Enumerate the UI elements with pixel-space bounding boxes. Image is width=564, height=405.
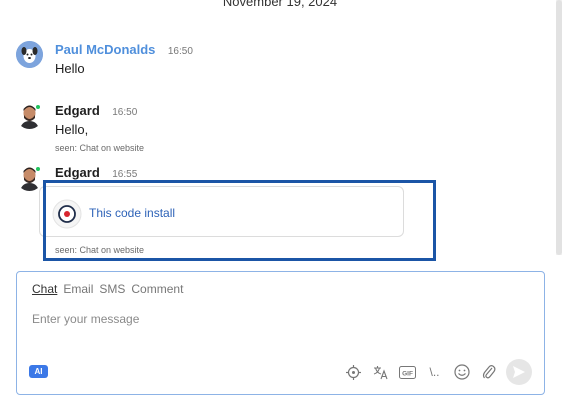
seen-status: seen: Chat on website [55,143,145,153]
tab-sms[interactable]: SMS [99,282,125,296]
message-time: 16:50 [112,107,138,118]
message-text: Hello, [55,122,89,137]
crosshair-icon[interactable] [344,363,363,382]
scrollbar[interactable] [556,0,562,255]
message-time: 16:55 [112,169,138,180]
highlight-box [43,180,436,261]
translate-icon[interactable] [371,363,390,382]
send-button[interactable] [506,359,532,385]
message-composer: Chat Email SMS Comment Enter your messag… [16,271,545,395]
online-status-dot [35,166,41,172]
sender-name: Edgard [55,165,100,180]
message-text: Hello [55,61,85,76]
send-icon [513,366,525,378]
composer-toolbar: GIF \.. [344,359,532,385]
message-time: 16:50 [167,46,193,57]
online-status-dot [35,104,41,110]
date-separator: November 19, 2024 [222,0,338,9]
scrollbar-thumb[interactable] [556,0,562,255]
tab-comment[interactable]: Comment [131,282,183,296]
sender-name: Paul McDonalds [55,42,156,57]
slash-command-icon[interactable]: \.. [425,363,444,382]
gif-icon[interactable]: GIF [398,363,417,382]
bot-avatar [16,41,43,68]
message-input[interactable]: Enter your message [32,312,139,326]
emoji-icon[interactable] [452,363,471,382]
tab-chat[interactable]: Chat [32,282,57,296]
ai-button[interactable]: AI [29,365,48,378]
attachment-icon[interactable] [479,363,498,382]
sender-name: Edgard [55,103,100,118]
channel-tabs: Chat Email SMS Comment [32,282,183,296]
gif-label: GIF [402,370,413,377]
tab-email[interactable]: Email [63,282,93,296]
